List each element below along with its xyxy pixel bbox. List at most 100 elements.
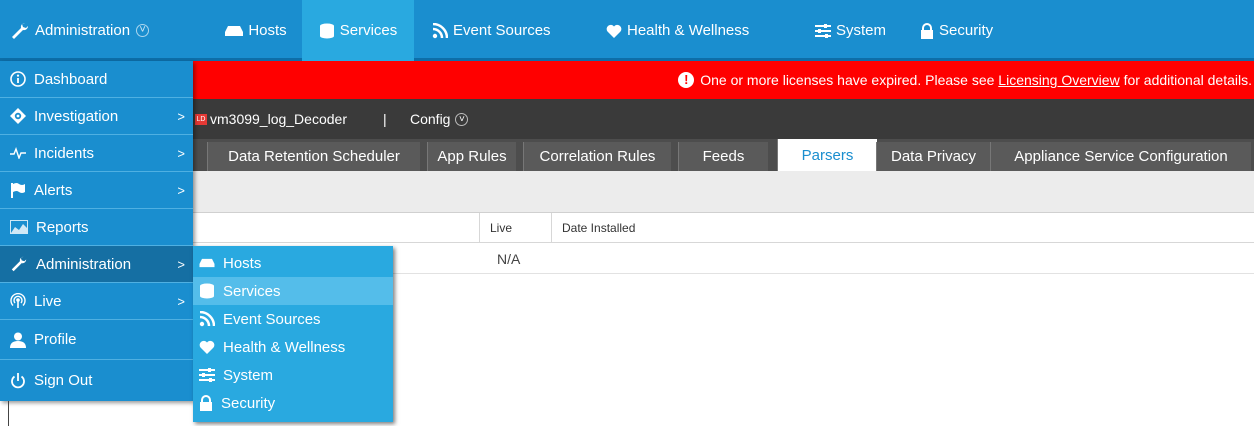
submenu-label-security: Security: [221, 394, 276, 412]
submenu-label-system: System: [223, 366, 274, 384]
sliders-icon: [815, 23, 831, 38]
menu-item-dashboard[interactable]: Dashboard: [0, 61, 193, 98]
database-icon: [319, 23, 334, 38]
menu-label-live: Live: [34, 292, 62, 310]
pulse-icon: [10, 147, 26, 159]
chevron-right-icon: >: [177, 256, 185, 272]
crosshair-icon: [10, 108, 26, 124]
cell-live: N/A: [497, 250, 521, 267]
menu-label-alerts: Alerts: [34, 181, 73, 199]
submenu-label-services: Services: [223, 282, 281, 300]
warning-icon: !: [678, 72, 695, 88]
menu-label-profile: Profile: [34, 331, 77, 348]
database-icon: [200, 283, 214, 299]
config-menu[interactable]: Config ˅: [410, 99, 469, 139]
flag-icon: [11, 183, 25, 198]
submenu-item-hosts[interactable]: Hosts: [193, 249, 393, 277]
parsers-toolbar: [193, 171, 1254, 213]
column-header-date-installed[interactable]: Date Installed: [551, 213, 1254, 242]
nav-services[interactable]: Services: [302, 0, 414, 61]
config-label: Config: [410, 111, 451, 127]
menu-label-incidents: Incidents: [34, 144, 95, 162]
lock-icon: [200, 395, 212, 411]
menu-item-profile[interactable]: Profile: [0, 320, 193, 360]
menu-item-live[interactable]: Live >: [0, 283, 193, 320]
nav-system[interactable]: System: [815, 0, 886, 61]
nav-health-wellness-label: Health & Wellness: [627, 22, 750, 39]
submenu-item-services[interactable]: Services: [193, 277, 393, 305]
tab-parsers[interactable]: Parsers: [777, 139, 877, 171]
menu-item-investigation[interactable]: Investigation >: [0, 98, 193, 135]
submenu-label-event-sources: Event Sources: [223, 310, 321, 328]
main-menu: Dashboard Investigation > Incidents > Al…: [0, 61, 193, 401]
tab-feeds[interactable]: Feeds: [678, 142, 768, 171]
chevron-right-icon: >: [177, 145, 185, 161]
menu-label-investigation: Investigation: [34, 107, 119, 125]
license-banner: ! One or more licenses have expired. Ple…: [193, 61, 1254, 99]
chevron-right-icon: >: [177, 182, 185, 198]
menu-label-administration: Administration: [36, 255, 132, 273]
wrench-icon: [11, 256, 27, 272]
info-circle-icon: [10, 71, 26, 87]
nav-health-wellness[interactable]: Health & Wellness: [606, 0, 749, 61]
submenu-label-health-wellness: Health & Wellness: [223, 338, 346, 356]
menu-item-incidents[interactable]: Incidents >: [0, 135, 193, 172]
submenu-item-security[interactable]: Security: [193, 389, 393, 417]
admin-menu-label: Administration: [35, 22, 131, 39]
chevron-right-icon: >: [177, 108, 185, 124]
submenu-item-system[interactable]: System: [193, 361, 393, 389]
admin-menu-button[interactable]: Administration ˅: [10, 0, 150, 61]
heart-icon: [606, 24, 622, 38]
broadcast-icon: [10, 293, 26, 308]
service-selector[interactable]: LD vm3099_log_Decoder: [195, 99, 347, 139]
decoder-badge-icon: LD: [195, 113, 207, 125]
lock-icon: [921, 22, 933, 39]
tab-data-retention-scheduler[interactable]: Data Retention Scheduler: [207, 142, 420, 171]
tab-data-privacy[interactable]: Data Privacy: [876, 142, 990, 171]
sliders-icon: [199, 368, 215, 382]
menu-item-alerts[interactable]: Alerts >: [0, 172, 193, 209]
nav-security[interactable]: Security: [920, 0, 993, 61]
menu-label-sign-out: Sign Out: [34, 372, 93, 389]
rss-icon: [199, 311, 215, 327]
service-separator: |: [383, 111, 387, 127]
host-icon: [199, 258, 215, 268]
user-icon: [10, 332, 26, 348]
rss-icon: [432, 22, 448, 38]
column-header-live[interactable]: Live: [479, 213, 551, 242]
nav-services-label: Services: [339, 22, 398, 39]
divider: [8, 401, 9, 426]
nav-security-label: Security: [939, 22, 994, 39]
submenu-item-event-sources[interactable]: Event Sources: [193, 305, 393, 333]
nav-system-label: System: [836, 22, 887, 39]
menu-item-reports[interactable]: Reports: [0, 209, 193, 246]
chevron-down-icon: ˅: [455, 112, 469, 126]
table-header: Live Date Installed: [193, 213, 1254, 243]
nav-hosts-label: Hosts: [248, 22, 287, 39]
tab-app-rules[interactable]: App Rules: [427, 142, 516, 171]
tab-appliance-service-configuration[interactable]: Appliance Service Configuration: [990, 142, 1251, 171]
tab-correlation-rules[interactable]: Correlation Rules: [523, 142, 671, 171]
licensing-overview-link[interactable]: Licensing Overview: [998, 72, 1119, 88]
heart-icon: [199, 340, 215, 354]
service-bar: LD vm3099_log_Decoder | Config ˅: [193, 99, 1254, 139]
menu-item-administration[interactable]: Administration >: [0, 246, 193, 283]
menu-label-dashboard: Dashboard: [34, 70, 108, 88]
power-icon: [11, 372, 25, 388]
menu-item-sign-out[interactable]: Sign Out: [0, 360, 193, 401]
banner-text-prefix: One or more licenses have expired. Pleas…: [700, 72, 995, 88]
chevron-down-icon: ˅: [136, 24, 150, 37]
submenu-label-hosts: Hosts: [223, 254, 262, 272]
nav-event-sources-label: Event Sources: [453, 22, 551, 39]
area-chart-icon: [10, 220, 28, 234]
menu-label-reports: Reports: [36, 218, 89, 236]
config-tabs: Data Retention Scheduler App Rules Corre…: [193, 139, 1254, 171]
nav-event-sources[interactable]: Event Sources: [432, 0, 551, 61]
submenu-item-health-wellness[interactable]: Health & Wellness: [193, 333, 393, 361]
service-name: vm3099_log_Decoder: [210, 111, 347, 127]
administration-submenu: Hosts Services Event Sources Health & We…: [193, 246, 393, 422]
host-icon: [225, 25, 244, 36]
nav-hosts[interactable]: Hosts: [210, 0, 302, 61]
wrench-icon: [12, 22, 29, 39]
top-nav: Administration ˅ Hosts Services Event So…: [0, 0, 1254, 61]
